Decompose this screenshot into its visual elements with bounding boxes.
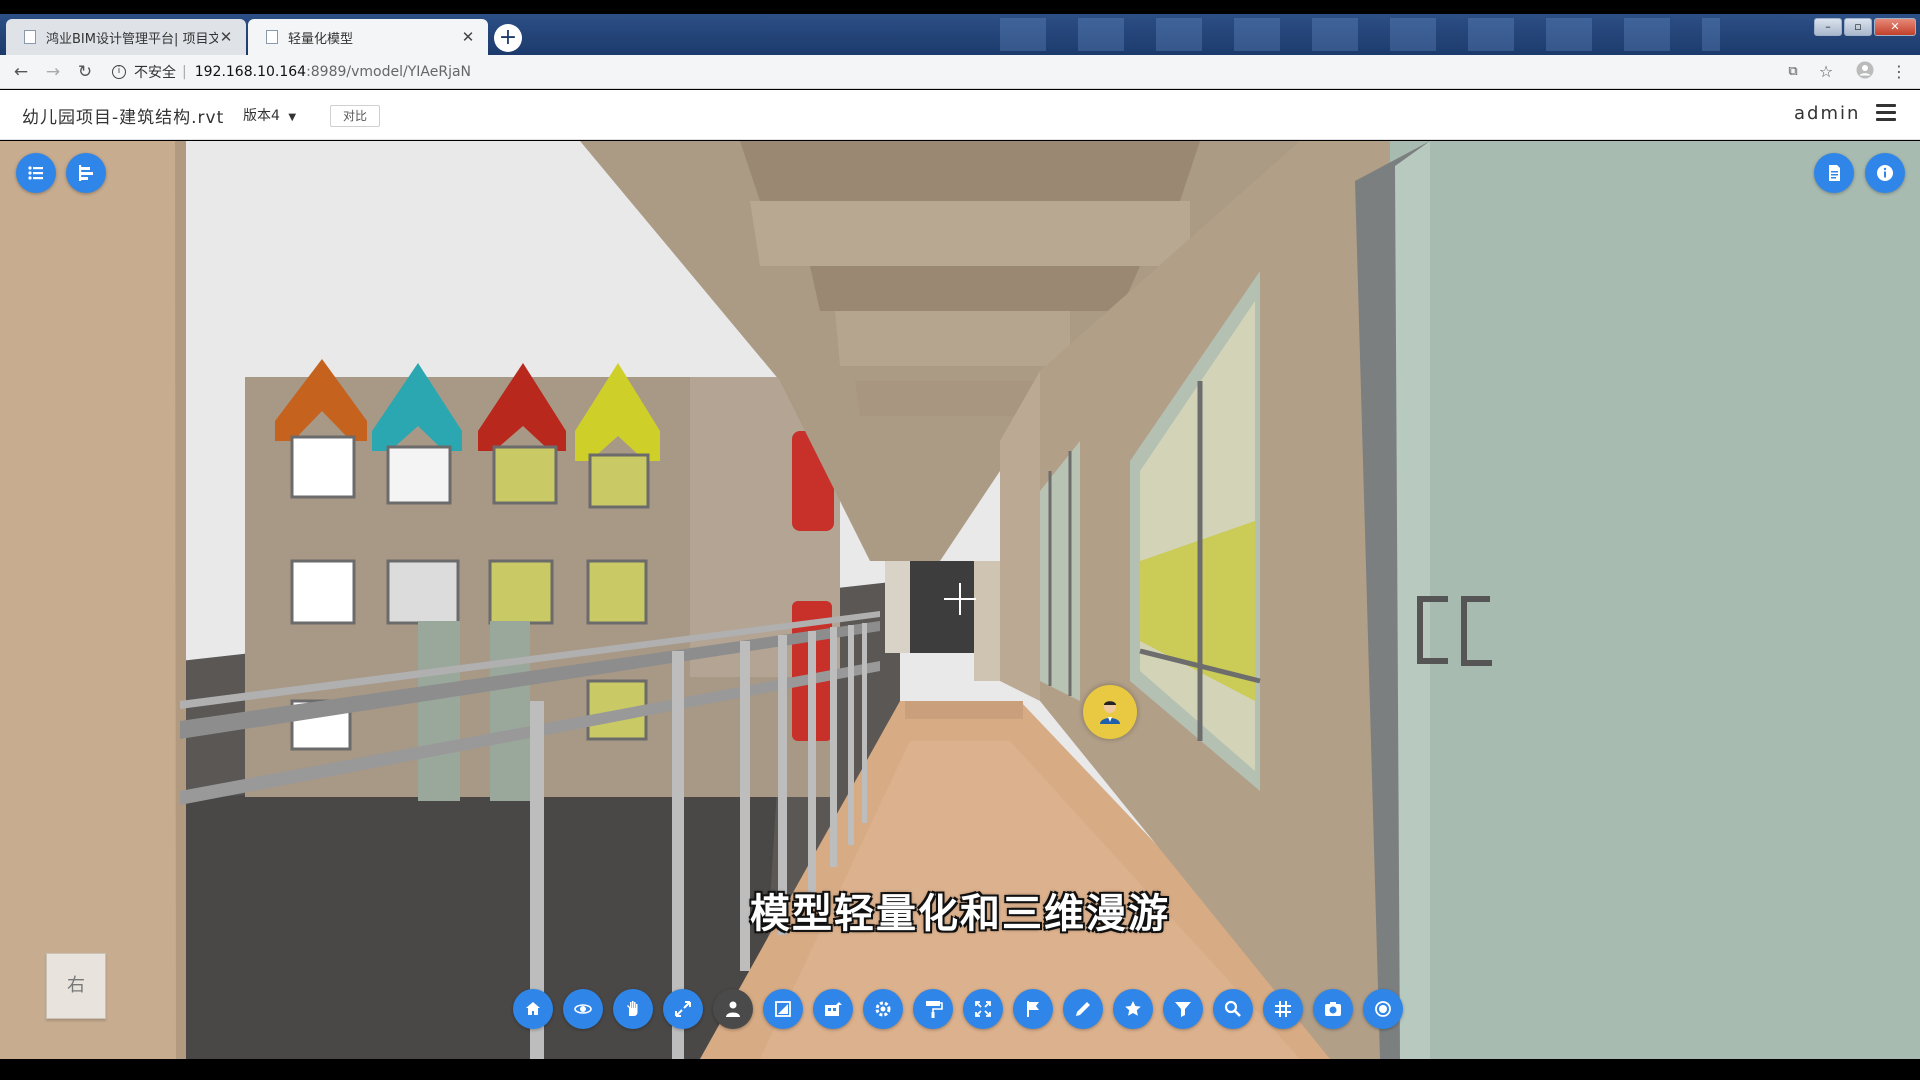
- settings-button[interactable]: [863, 989, 903, 1029]
- app-header: 幼儿园项目-建筑结构.rvt 版本4 ▼ 对比 admin: [0, 90, 1920, 140]
- fullscreen-button[interactable]: [963, 989, 1003, 1029]
- orbit-button[interactable]: [563, 989, 603, 1029]
- fullscreen-icon: [975, 1001, 991, 1017]
- url-host: 192.168.10.164: [194, 64, 307, 80]
- favorite-button[interactable]: [1113, 989, 1153, 1029]
- home-button[interactable]: [513, 989, 553, 1029]
- info-button[interactable]: [1865, 153, 1905, 193]
- crosshair-icon: [944, 583, 976, 615]
- record-icon: [1375, 1001, 1391, 1017]
- model-tree-button[interactable]: [16, 153, 56, 193]
- info-icon[interactable]: i: [112, 65, 126, 79]
- tab-label: 轻量化模型: [288, 31, 354, 47]
- bookmark-star-icon[interactable]: ☆: [1815, 61, 1837, 83]
- orbit-icon: [574, 1004, 592, 1014]
- page-icon: [266, 30, 278, 44]
- hierarchy-icon: [79, 165, 93, 181]
- grid-button[interactable]: [1263, 989, 1303, 1029]
- translate-icon[interactable]: ⧉: [1782, 61, 1804, 83]
- project-title: 幼儿园项目-建筑结构.rvt: [22, 108, 225, 128]
- record-button[interactable]: [1363, 989, 1403, 1029]
- url-path: :8989/vmodel/YIAeRjaN: [306, 64, 472, 80]
- close-window-button[interactable]: ✕: [1874, 18, 1916, 36]
- tab-lightweight-model[interactable]: 轻量化模型 ✕: [248, 19, 488, 55]
- page-icon: [24, 30, 36, 44]
- section-icon: [775, 1001, 791, 1017]
- markup-flag-button[interactable]: [1013, 989, 1053, 1029]
- back-icon[interactable]: ←: [10, 61, 32, 83]
- list-icon: [28, 166, 43, 180]
- forward-icon[interactable]: →: [42, 61, 64, 83]
- pencil-icon: [1076, 1002, 1090, 1016]
- flag-icon: [1027, 1001, 1039, 1017]
- walk-icon: [726, 1001, 740, 1017]
- address-bar[interactable]: i 不安全 | 192.168.10.164 :8989/vmodel/YIAe…: [112, 59, 1762, 85]
- tab-project-files[interactable]: 鸿业BIM设计管理平台| 项目文件 ✕: [6, 19, 246, 55]
- floor-button[interactable]: [813, 989, 853, 1029]
- maximize-button[interactable]: ▫: [1844, 18, 1872, 36]
- user-name[interactable]: admin: [1794, 103, 1860, 124]
- document-button[interactable]: [1814, 153, 1854, 193]
- caret-down-icon: ▼: [288, 112, 297, 123]
- annotate-button[interactable]: [1063, 989, 1103, 1029]
- view-cube[interactable]: 右: [46, 953, 106, 1019]
- tab-close-icon[interactable]: ✕: [218, 28, 234, 46]
- browser-tab-strip: 鸿业BIM设计管理平台| 项目文件 ✕ 轻量化模型 ✕ + – ▫ ✕: [0, 14, 1920, 55]
- search-button[interactable]: [1213, 989, 1253, 1029]
- hamburger-menu-icon[interactable]: [1876, 104, 1896, 124]
- tab-label: 鸿业BIM设计管理平台| 项目文件: [46, 31, 218, 47]
- bottom-letterbox: [0, 1059, 1920, 1080]
- structure-tree-button[interactable]: [66, 153, 106, 193]
- search-icon: [1224, 1000, 1241, 1017]
- tab-close-icon[interactable]: ✕: [460, 28, 476, 46]
- walker-avatar[interactable]: [1083, 685, 1137, 739]
- tabstrip-background: [1000, 18, 1720, 51]
- filter-button[interactable]: [1163, 989, 1203, 1029]
- fit-icon: [675, 1001, 691, 1017]
- profile-icon[interactable]: [1854, 61, 1876, 83]
- floor-icon: [825, 1002, 842, 1016]
- pan-button[interactable]: [613, 989, 653, 1029]
- pan-icon: [627, 1001, 638, 1016]
- version-dropdown[interactable]: 版本4 ▼: [243, 105, 296, 125]
- info-icon: [1877, 165, 1893, 181]
- settings-icon: [875, 1001, 891, 1017]
- url-separator: |: [182, 64, 187, 80]
- browser-menu-icon[interactable]: ⋮: [1888, 61, 1910, 83]
- home-icon: [526, 1002, 540, 1015]
- model-viewport[interactable]: 右 模型轻量化和三维漫游: [0, 141, 1920, 1059]
- screenshot-button[interactable]: [1313, 989, 1353, 1029]
- minimize-button[interactable]: –: [1814, 18, 1842, 36]
- reload-icon[interactable]: ↻: [74, 61, 96, 83]
- new-tab-button[interactable]: +: [494, 24, 522, 52]
- version-label: 版本4: [243, 108, 280, 124]
- security-label: 不安全: [134, 65, 176, 81]
- camera-icon: [1325, 1002, 1341, 1016]
- paint-roller-icon: [926, 1001, 943, 1018]
- filter-icon: [1175, 1002, 1191, 1017]
- person-icon: [1100, 701, 1120, 724]
- browser-toolbar: ← → ↻ i 不安全 | 192.168.10.164 :8989/vmode…: [0, 55, 1920, 89]
- section-button[interactable]: [763, 989, 803, 1029]
- star-icon: [1125, 1001, 1141, 1016]
- grid-icon: [1275, 1001, 1291, 1017]
- compare-button[interactable]: 对比: [330, 105, 380, 127]
- walk-button[interactable]: [713, 989, 753, 1029]
- subtitle-caption: 模型轻量化和三维漫游: [750, 891, 1170, 937]
- document-icon: [1829, 165, 1840, 181]
- paint-button[interactable]: [913, 989, 953, 1029]
- fit-button[interactable]: [663, 989, 703, 1029]
- model-toolbar: [513, 989, 1413, 1033]
